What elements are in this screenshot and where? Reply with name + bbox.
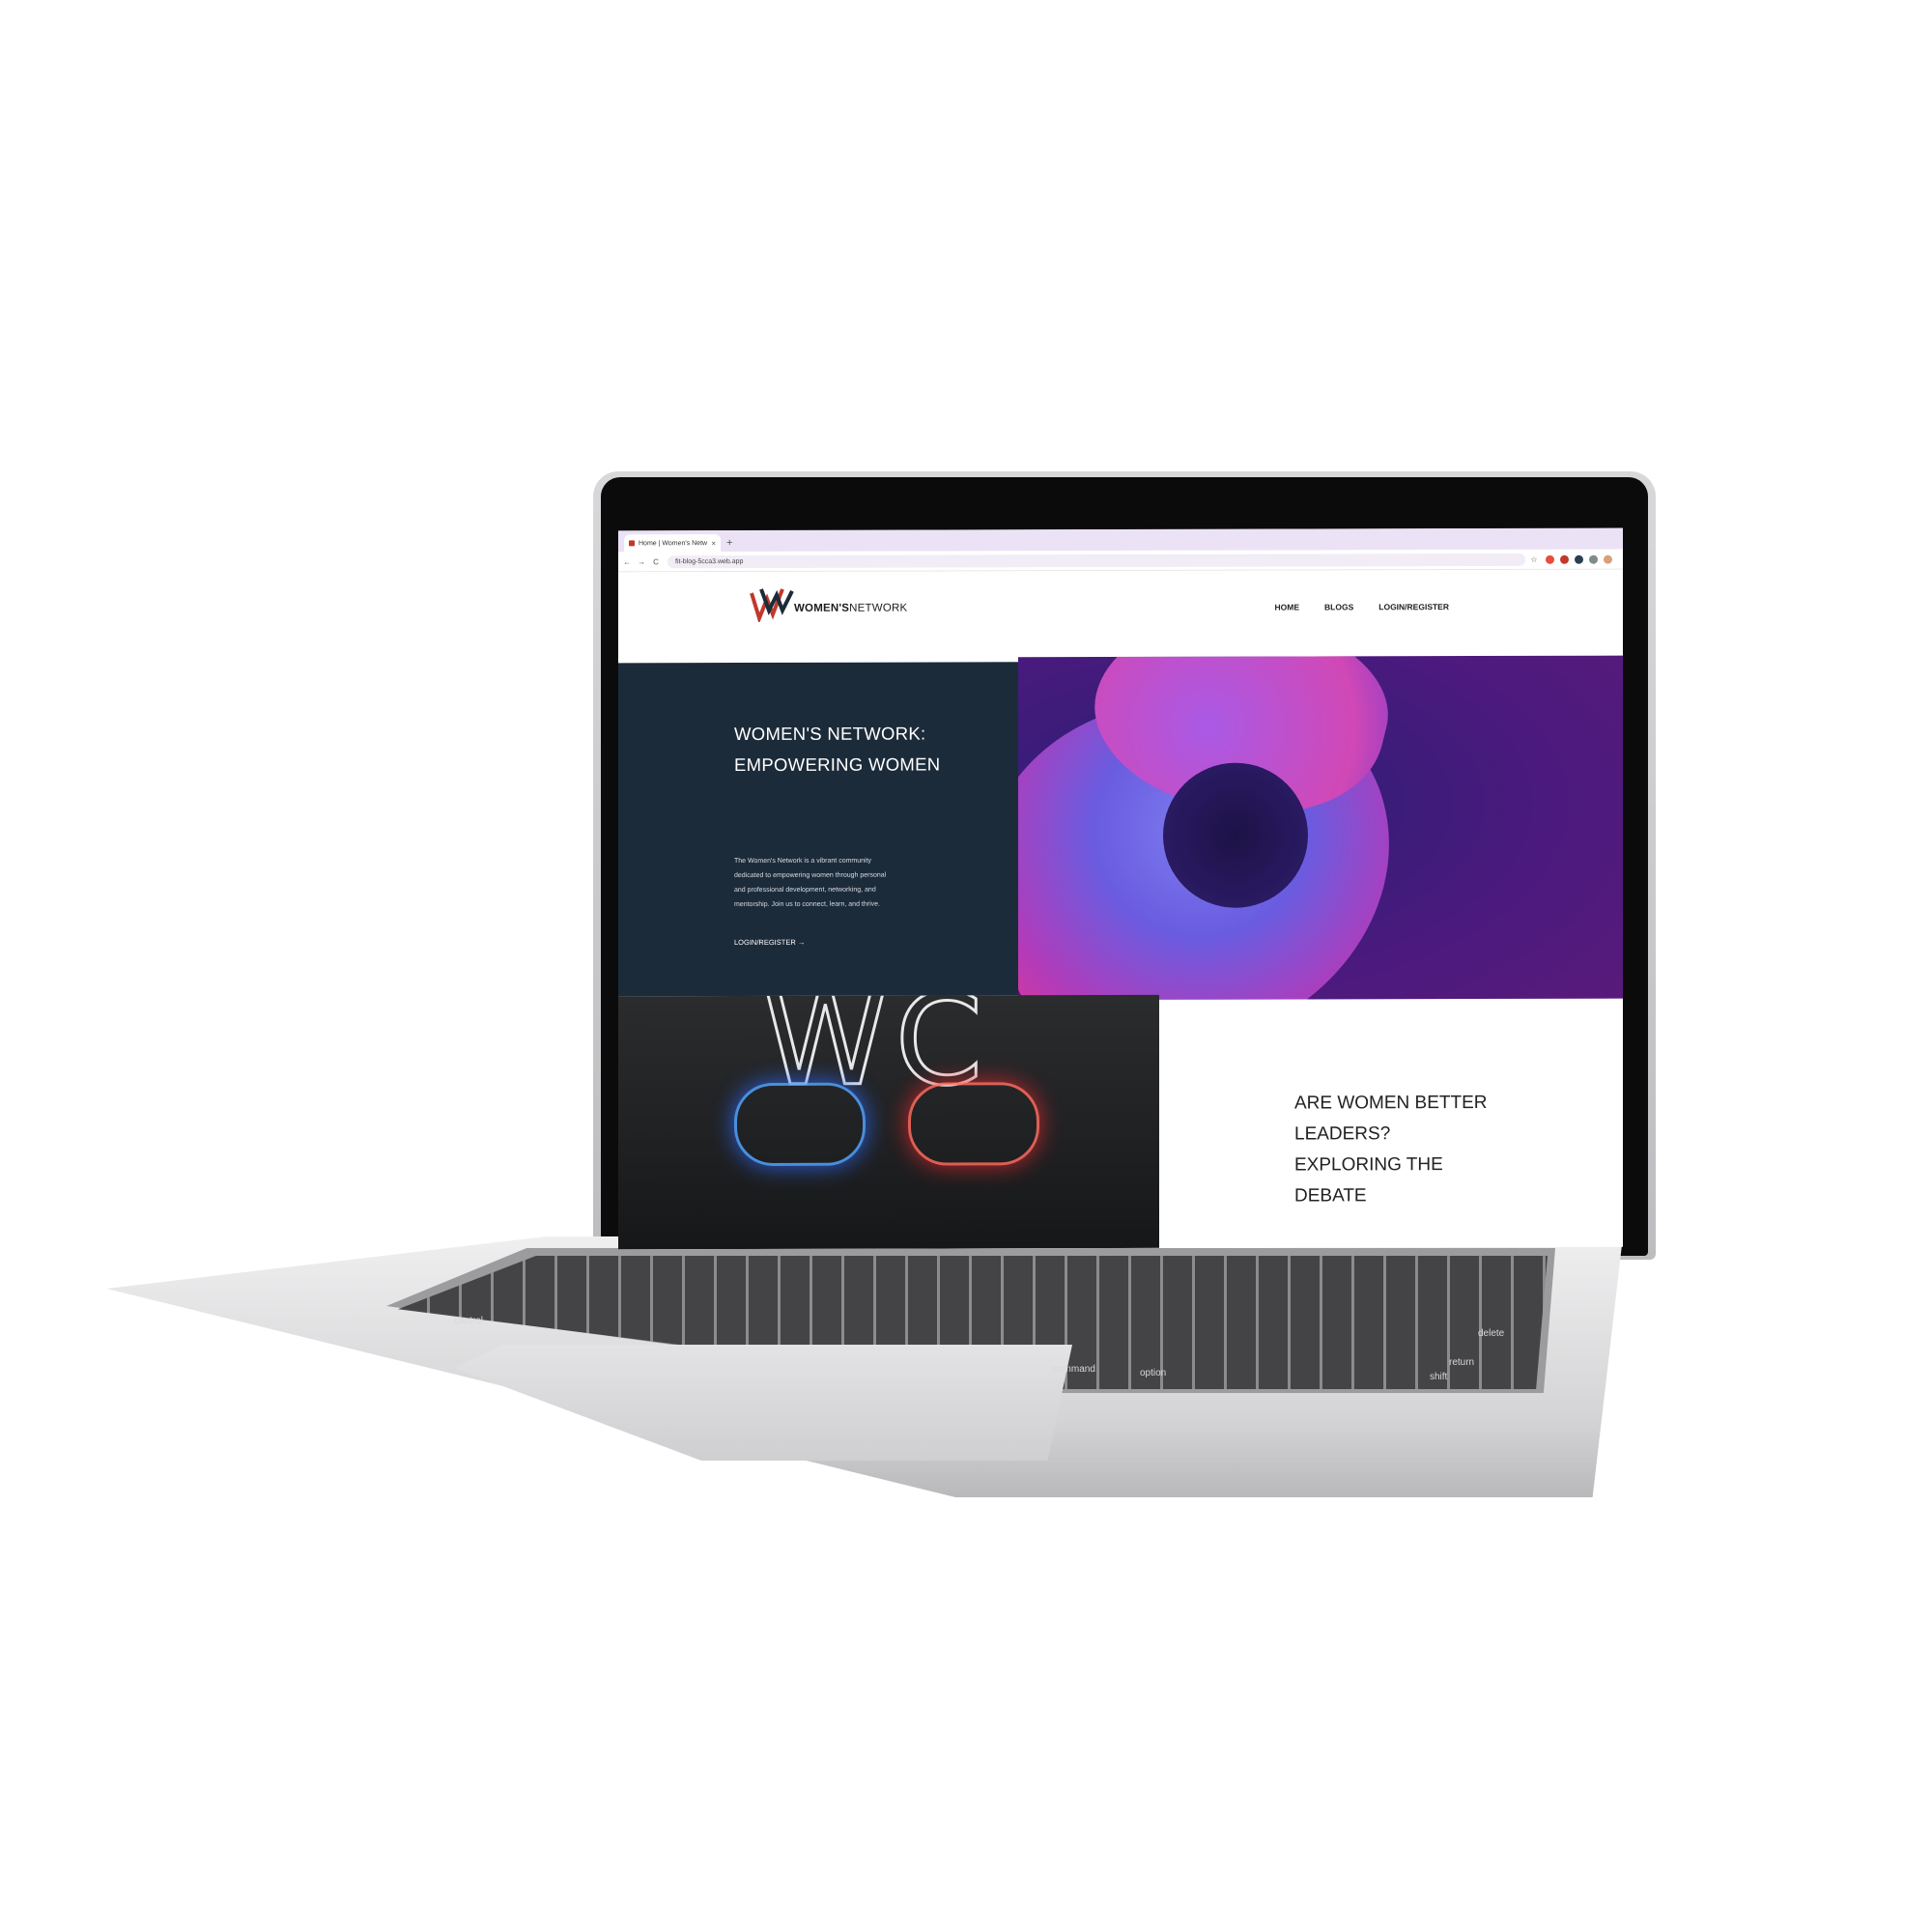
trackpad bbox=[454, 1345, 1072, 1461]
logo-text-rest: NETWORK bbox=[849, 602, 908, 614]
key-command: command bbox=[1053, 1364, 1095, 1375]
extensions-puzzle-icon[interactable] bbox=[1589, 554, 1598, 564]
browser-tab[interactable]: Home | Women's Network × bbox=[624, 534, 721, 553]
bookmark-star-icon[interactable]: ☆ bbox=[1528, 554, 1540, 563]
hero-login-link[interactable]: LOGIN/REGISTER → bbox=[734, 938, 805, 947]
url-text: fit-blog-5cca3.web.app bbox=[675, 557, 744, 565]
abstract-shape bbox=[1163, 762, 1308, 908]
extension-icon[interactable] bbox=[1546, 554, 1554, 564]
blog-feature-image[interactable]: WC bbox=[618, 994, 1159, 1250]
browser-window: Home | Women's Network × + ← → C fit-blo… bbox=[618, 527, 1623, 1250]
hero-title: WOMEN'S NETWORK: EMPOWERING WOMEN bbox=[734, 723, 941, 776]
key-control: control bbox=[454, 1316, 484, 1326]
key-return: return bbox=[1449, 1357, 1475, 1368]
browser-toolbar: ← → C fit-blog-5cca3.web.app ☆ bbox=[618, 549, 1623, 573]
nav-blogs[interactable]: BLOGS bbox=[1324, 602, 1353, 611]
nav-home[interactable]: HOME bbox=[1275, 603, 1300, 612]
logo-text-bold: WOMEN'S bbox=[794, 602, 850, 614]
hero-abstract-image bbox=[1018, 655, 1623, 1027]
blog-feature-card[interactable]: ARE WOMEN BETTER LEADERS? EXPLORING THE … bbox=[1159, 998, 1623, 1250]
neon-blue-arrow bbox=[734, 1082, 866, 1167]
extension-icon[interactable] bbox=[1575, 554, 1583, 564]
key-delete: delete bbox=[1478, 1328, 1505, 1339]
tab-strip: Home | Women's Network × + bbox=[618, 527, 1623, 553]
forward-button[interactable]: → bbox=[636, 557, 647, 566]
favicon-icon bbox=[629, 540, 635, 547]
reload-button[interactable]: C bbox=[650, 557, 662, 566]
key-shift: shift bbox=[1430, 1372, 1448, 1382]
new-tab-button[interactable]: + bbox=[726, 537, 732, 549]
hero-description: The Women's Network is a vibrant communi… bbox=[734, 857, 887, 909]
nav-login-register[interactable]: LOGIN/REGISTER bbox=[1378, 602, 1449, 611]
main-nav: HOME BLOGS LOGIN/REGISTER bbox=[1275, 602, 1449, 611]
site-header: WOMEN'SNETWORK HOME BLOGS LOGIN/REGISTER bbox=[618, 569, 1623, 637]
profile-avatar[interactable] bbox=[1604, 554, 1612, 564]
close-tab-icon[interactable]: × bbox=[711, 539, 716, 548]
logo-icon bbox=[750, 588, 794, 623]
blog-feature-title[interactable]: ARE WOMEN BETTER LEADERS? EXPLORING THE … bbox=[1294, 1088, 1488, 1212]
neon-red-arrow bbox=[908, 1082, 1039, 1166]
key-option: option bbox=[1140, 1368, 1167, 1378]
extension-icon[interactable] bbox=[1560, 554, 1569, 564]
tab-title: Home | Women's Network bbox=[639, 539, 708, 547]
back-button[interactable]: ← bbox=[621, 557, 633, 566]
hero-panel: WOMEN'S NETWORK: EMPOWERING WOMEN The Wo… bbox=[618, 662, 1020, 997]
address-bar[interactable]: fit-blog-5cca3.web.app bbox=[668, 553, 1525, 568]
logo-text[interactable]: WOMEN'SNETWORK bbox=[794, 603, 907, 614]
